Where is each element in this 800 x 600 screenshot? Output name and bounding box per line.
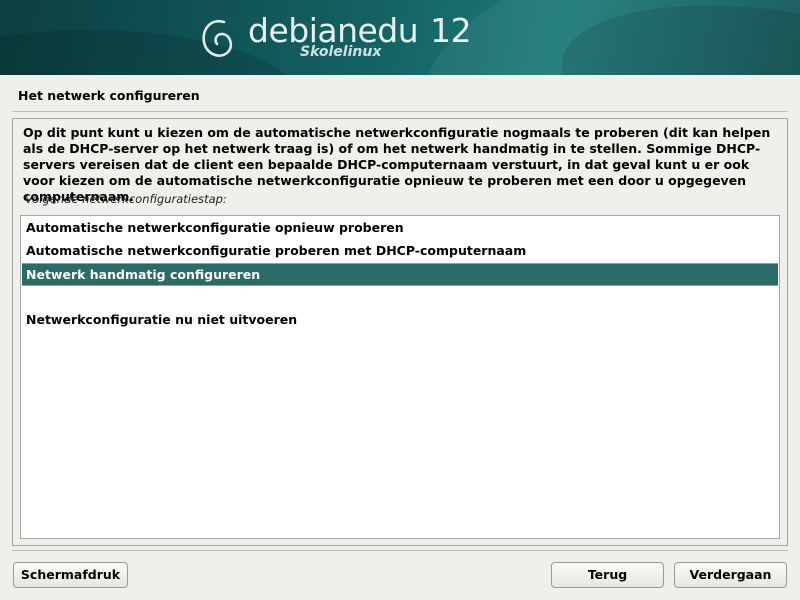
header-banner: debianedu 12 Skolelinux <box>0 0 800 75</box>
divider-bottom <box>12 550 788 551</box>
debian-edu-logo: debianedu 12 Skolelinux <box>200 11 472 62</box>
debian-swirl-icon <box>202 19 233 57</box>
option-skip-network-config[interactable]: Netwerkconfiguratie nu niet uitvoeren <box>22 309 778 332</box>
option-retry-with-dhcp-hostname[interactable]: Automatische netwerkconfiguratie probere… <box>22 240 778 263</box>
logo-text: debianedu 12 Skolelinux <box>248 11 472 61</box>
back-button[interactable]: Terug <box>551 562 664 588</box>
divider-top <box>12 111 788 112</box>
options-list[interactable]: Automatische netwerkconfiguratie opnieuw… <box>20 215 780 539</box>
option-retry-autoconfig[interactable]: Automatische netwerkconfiguratie opnieuw… <box>22 217 778 240</box>
list-prompt: Volgende netwerkconfiguratiestap: <box>25 192 227 206</box>
page-title: Het netwerk configureren <box>18 88 200 103</box>
content-panel: Op dit punt kunt u kiezen om de automati… <box>12 118 788 546</box>
screenshot-button[interactable]: Schermafdruk <box>13 562 128 588</box>
option-configure-manually[interactable]: Netwerk handmatig configureren <box>22 263 778 286</box>
option-blank[interactable] <box>22 286 778 309</box>
brand-version: 12 <box>430 11 472 50</box>
continue-button[interactable]: Verdergaan <box>674 562 787 588</box>
brand-subtitle: Skolelinux <box>300 44 382 60</box>
